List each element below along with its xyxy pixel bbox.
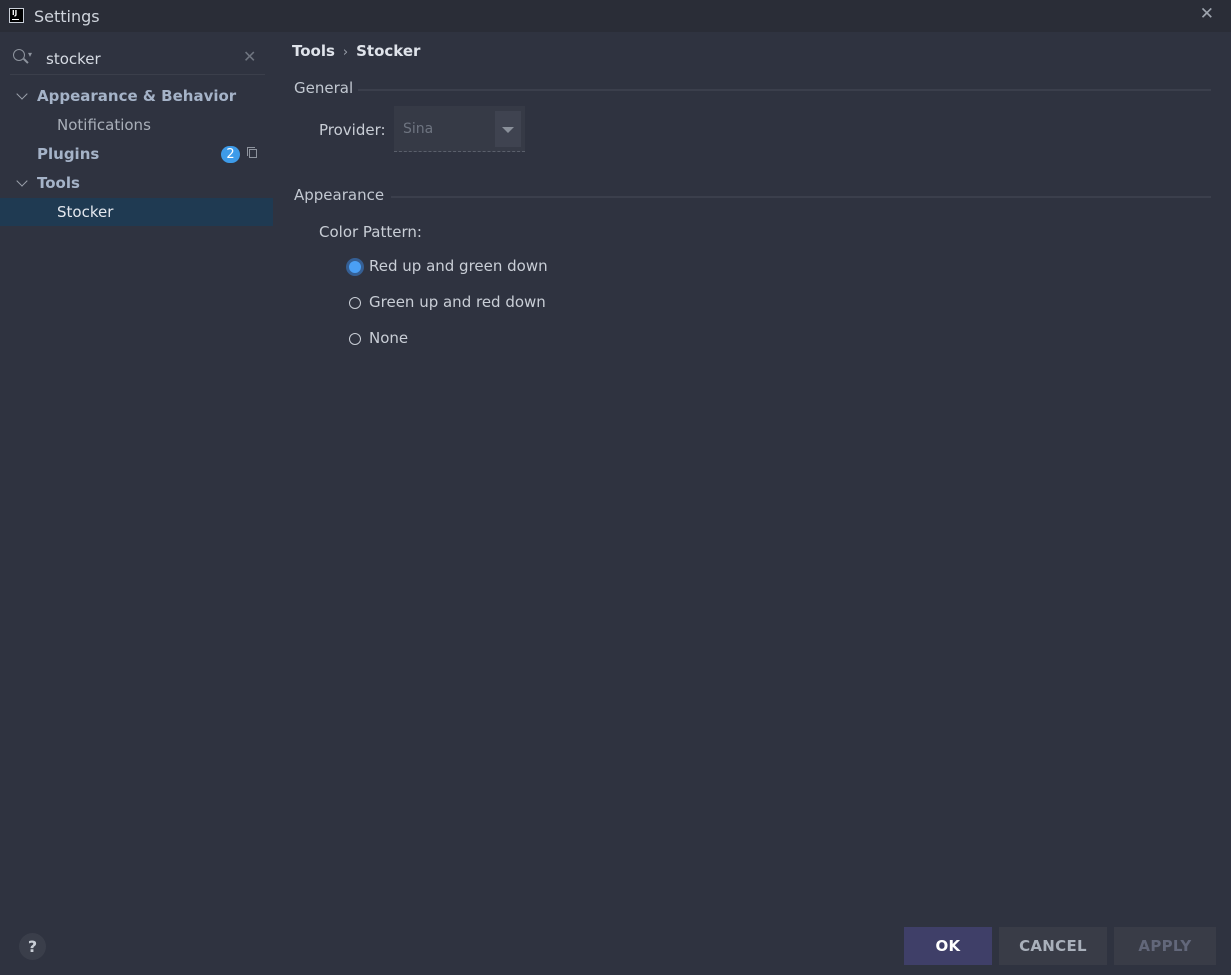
cancel-button[interactable]: CANCEL: [999, 927, 1107, 965]
title-bar: IJ Settings ✕: [0, 0, 1231, 32]
radio-label[interactable]: None: [369, 329, 408, 347]
sidebar-item-label: Stocker: [57, 203, 114, 221]
apply-button[interactable]: APPLY: [1114, 927, 1216, 965]
provider-dropdown[interactable]: Sina: [394, 106, 525, 152]
breadcrumb-parent[interactable]: Tools: [292, 42, 335, 60]
appearance-divider: [391, 196, 1211, 198]
settings-content: Tools › Stocker General Provider: Sina App…: [273, 32, 1231, 922]
sidebar-item-stocker[interactable]: Stocker: [0, 198, 273, 226]
sidebar-item-plugins[interactable]: Plugins 2: [0, 140, 273, 168]
breadcrumb: Tools › Stocker: [292, 42, 420, 60]
radio-label[interactable]: Green up and red down: [369, 293, 546, 311]
search-icon[interactable]: [13, 49, 25, 61]
project-settings-icon: [247, 147, 257, 158]
search-input[interactable]: [44, 47, 238, 71]
breadcrumb-current: Stocker: [356, 42, 421, 60]
close-icon[interactable]: ✕: [1200, 4, 1214, 24]
sidebar-item-label: Plugins: [37, 145, 100, 163]
window-title: Settings: [34, 7, 100, 26]
provider-selected-value: Sina: [403, 121, 434, 137]
sidebar-item-label: Notifications: [57, 116, 151, 134]
ok-button[interactable]: OK: [904, 927, 992, 965]
app-icon: IJ: [9, 8, 24, 23]
sidebar-item-appearance-behavior[interactable]: Appearance & Behavior: [0, 82, 273, 110]
general-divider: [358, 89, 1211, 91]
chevron-down-icon[interactable]: [16, 88, 28, 100]
general-section-title: General: [294, 79, 354, 97]
provider-label: Provider:: [319, 121, 386, 139]
sidebar-item-label: Appearance & Behavior: [37, 87, 237, 105]
sidebar-item-notifications[interactable]: Notifications: [0, 111, 273, 139]
search-options-chevron-icon[interactable]: ▾: [28, 50, 32, 59]
sidebar-item-label: Tools: [37, 174, 80, 192]
dropdown-arrow-icon[interactable]: [495, 111, 521, 147]
radio-unselected-icon[interactable]: [349, 333, 361, 345]
help-button[interactable]: ?: [19, 933, 46, 960]
settings-sidebar: ▾ ✕ Appearance & Behavior Notifications …: [0, 32, 273, 922]
plugins-update-badge: 2: [221, 146, 240, 163]
app-icon-text: IJ: [12, 9, 18, 17]
clear-search-icon[interactable]: ✕: [243, 47, 256, 66]
color-pattern-label: Color Pattern:: [319, 223, 422, 241]
radio-unselected-icon[interactable]: [349, 297, 361, 309]
radio-label[interactable]: Red up and green down: [369, 257, 548, 275]
appearance-section-title: Appearance: [294, 186, 385, 204]
radio-selected-icon[interactable]: [346, 258, 364, 276]
chevron-down-icon[interactable]: [16, 175, 28, 187]
search-bar: ▾ ✕: [10, 44, 265, 75]
sidebar-item-tools[interactable]: Tools: [0, 169, 273, 197]
breadcrumb-separator: ›: [342, 45, 349, 60]
